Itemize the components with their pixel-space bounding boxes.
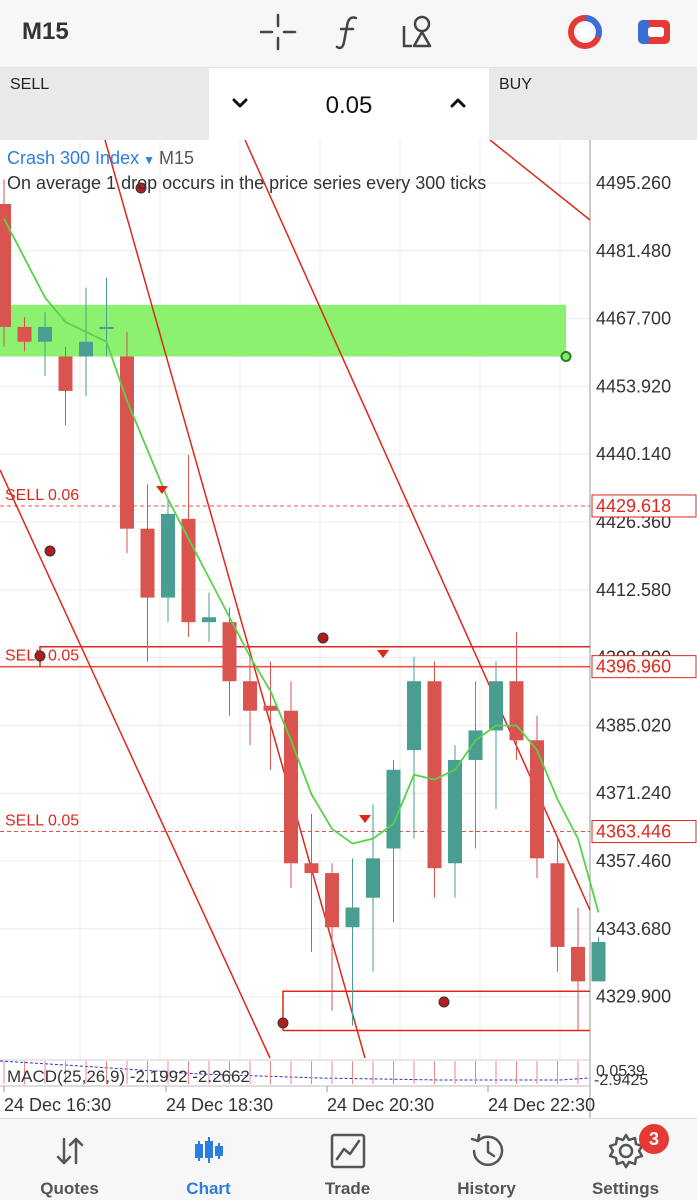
buy-label: BUY: [499, 76, 532, 93]
price-tick-label: 4453.920: [596, 376, 671, 396]
symbol-name: Crash 300 Index: [7, 148, 140, 168]
nav-label: Trade: [324, 1179, 371, 1198]
time-tick-label: 24 Dec 18:30: [166, 1095, 273, 1115]
macd-axis-label: -2.9425: [594, 1072, 648, 1089]
candle-body: [222, 622, 237, 682]
quotes-icon: [56, 1137, 83, 1165]
price-tick-label: 4481.480: [596, 241, 671, 261]
price-tick-label: 4412.580: [596, 580, 671, 600]
candle-body: [38, 326, 52, 342]
crosshair-icon[interactable]: [258, 12, 298, 52]
order-label: SELL 0.05: [5, 813, 79, 830]
nav-label: Quotes: [40, 1179, 99, 1198]
candle-body: [284, 710, 298, 864]
time-tick-label: 24 Dec 16:30: [4, 1095, 111, 1115]
price-tick-label: 4467.700: [596, 309, 671, 329]
candle-body: [161, 513, 175, 598]
nav-label: Settings: [591, 1179, 660, 1198]
price-tick-label: 4329.900: [596, 987, 671, 1007]
bottom-navigation: Quotes Chart Trade History 3 Settings: [0, 1118, 697, 1200]
symbol-description: On average 1 drop occurs in the price se…: [7, 173, 487, 193]
candle-body: [17, 326, 32, 342]
time-tick-label: 24 Dec 20:30: [327, 1095, 434, 1115]
trade-icon: [330, 1133, 365, 1169]
candle-body: [181, 518, 196, 623]
nav-chart[interactable]: Chart: [139, 1119, 278, 1200]
history-icon: [470, 1133, 503, 1167]
sell-arrow: [377, 650, 389, 658]
candle-body: [325, 873, 339, 928]
trendline-anchor: [34, 650, 46, 662]
candle-body: [489, 681, 503, 731]
price-tick-label: 4371.240: [596, 783, 671, 803]
chart-timeframe: M15: [158, 148, 194, 168]
price-tick-label: 4343.680: [596, 919, 671, 939]
trendline-anchor: [438, 996, 450, 1008]
chart-type-icon[interactable]: [565, 12, 605, 52]
nav-label: History: [457, 1179, 516, 1198]
candle-body: [202, 617, 216, 623]
volume-increase-icon[interactable]: [443, 88, 473, 118]
chart-symbol-header[interactable]: Crash 300 Index ▼ M15: [7, 148, 194, 169]
candle-body: [386, 769, 401, 849]
volume-control: 0.05: [209, 68, 489, 140]
price-tick-label: 4495.260: [596, 173, 671, 193]
candle-body: [58, 356, 73, 391]
candle-body: [591, 941, 606, 982]
candle-body: [407, 681, 421, 751]
candle-body: [366, 858, 380, 898]
trendline-anchor: [277, 1017, 289, 1029]
candle-body: [530, 740, 544, 859]
price-chart[interactable]: SELL 0.06 SELL 0.05 SELL 0.05 4495.260 4481…: [0, 139, 697, 1118]
candle-body: [304, 863, 319, 874]
trend-line: [0, 469, 271, 1059]
buy-button[interactable]: BUY: [489, 68, 697, 140]
chart-canvas[interactable]: SELL 0.06SELL 0.05SELL 0.05 4495.2604481…: [0, 139, 697, 1118]
candle-body: [571, 946, 585, 982]
candle-body: [140, 528, 155, 598]
nav-trade[interactable]: Trade: [278, 1119, 417, 1200]
nav-label: Chart: [186, 1179, 231, 1198]
color-scheme-icon[interactable]: [634, 12, 674, 52]
timeframe-selector[interactable]: M15: [22, 18, 69, 46]
price-tick-label: 4440.140: [596, 444, 671, 464]
sell-arrow: [359, 815, 371, 823]
candle-body: [448, 759, 462, 864]
time-tick-label: 24 Dec 22:30: [488, 1095, 595, 1115]
candle-body: [468, 730, 483, 760]
nav-settings[interactable]: 3 Settings: [556, 1119, 695, 1200]
macd-label: MACD(25,26,9) -2.1992 -2.2662: [7, 1067, 250, 1086]
trend-line: [489, 139, 591, 221]
order-price-label: 4363.446: [596, 822, 671, 842]
order-label: SELL 0.06: [5, 487, 79, 504]
sell-button[interactable]: SELL: [0, 68, 209, 140]
trendline-anchor: [317, 632, 329, 644]
resistance-box: [39, 646, 590, 667]
chart-icon: [194, 1137, 223, 1163]
function-icon[interactable]: [328, 12, 368, 52]
zone-anchor-point: [560, 350, 572, 362]
candle-body: [99, 326, 114, 329]
nav-quotes[interactable]: Quotes: [0, 1119, 139, 1200]
candle-body: [120, 356, 134, 529]
candle-body: [427, 681, 442, 869]
settings-notification-badge: 3: [639, 1124, 669, 1154]
top-toolbar: M15: [0, 0, 697, 68]
objects-icon[interactable]: [398, 12, 438, 52]
candle-body: [263, 705, 278, 711]
nav-history[interactable]: History: [417, 1119, 556, 1200]
order-price-label: 4396.960: [596, 657, 671, 677]
candle-body: [550, 863, 565, 947]
symbol-dropdown-icon: ▼: [143, 153, 155, 167]
candle-body: [79, 341, 93, 357]
price-tick-label: 4385.020: [596, 715, 671, 735]
candle-body: [243, 681, 257, 711]
candle-body: [345, 907, 360, 928]
order-price-label: 4429.618: [596, 496, 671, 516]
trendline-anchor: [44, 545, 56, 557]
sell-label: SELL: [10, 76, 50, 93]
price-tick-label: 4357.460: [596, 851, 671, 871]
one-click-trade-panel: SELL 0.05 BUY: [0, 68, 697, 140]
